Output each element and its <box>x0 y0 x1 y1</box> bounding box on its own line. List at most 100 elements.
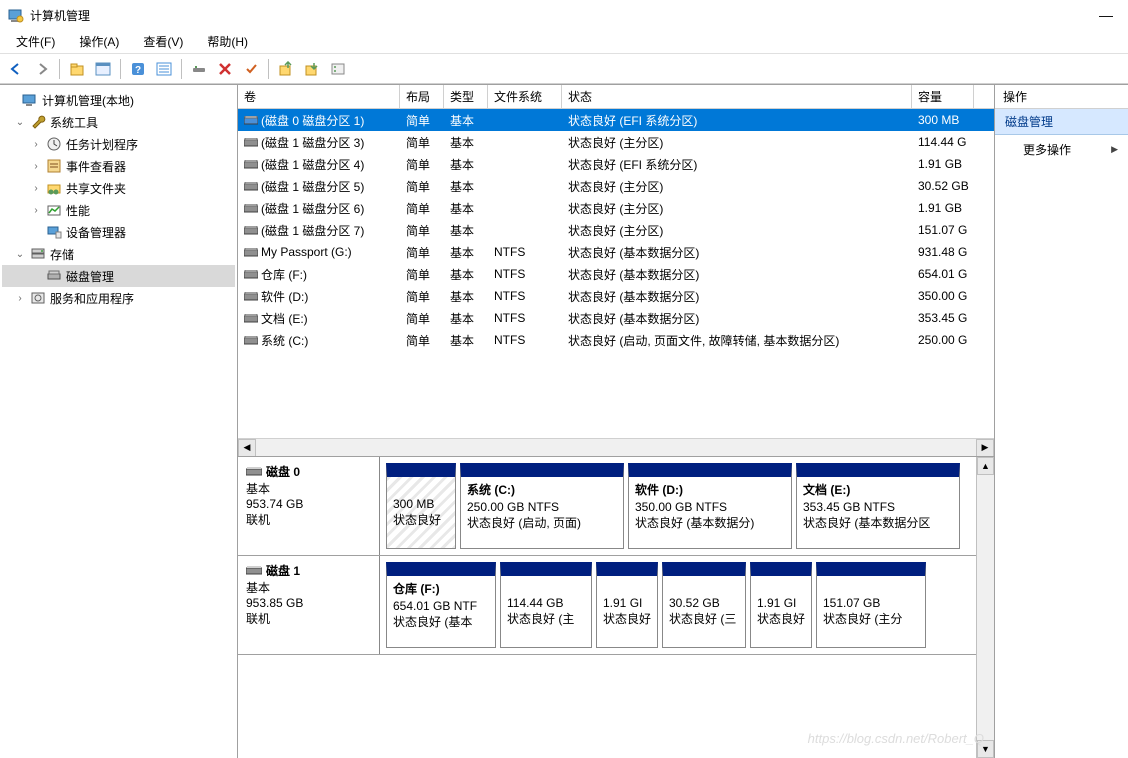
tree-pane: 计算机管理(本地) ⌄系统工具 ›任务计划程序 ›事件查看器 ›共享文件夹 ›性… <box>0 85 238 758</box>
menu-file[interactable]: 文件(F) <box>4 30 67 53</box>
tree-storage[interactable]: ⌄存储 <box>2 243 235 265</box>
volume-icon <box>244 314 258 324</box>
volume-row[interactable]: My Passport (G:)简单基本NTFS状态良好 (基本数据分区)931… <box>238 241 994 263</box>
collapse-icon[interactable]: ⌄ <box>14 117 26 128</box>
clock-icon <box>46 136 62 152</box>
partition[interactable]: 1.91 GI状态良好 <box>750 562 812 648</box>
col-status[interactable]: 状态 <box>562 85 912 108</box>
volume-icon <box>244 248 258 258</box>
tree-services-apps[interactable]: ›服务和应用程序 <box>2 287 235 309</box>
storage-icon <box>30 246 46 262</box>
disk-row: 磁盘 0基本953.74 GB联机 300 MB状态良好系统 (C:)250.0… <box>238 457 994 556</box>
toolbar-separator <box>120 59 121 79</box>
toolbar-separator <box>59 59 60 79</box>
partition[interactable]: 300 MB状态良好 <box>386 463 456 549</box>
scroll-right-icon[interactable]: ▶ <box>976 439 994 457</box>
col-type[interactable]: 类型 <box>444 85 488 108</box>
partition[interactable]: 文档 (E:)353.45 GB NTFS状态良好 (基本数据分区 <box>796 463 960 549</box>
partition[interactable]: 系统 (C:)250.00 GB NTFS状态良好 (启动, 页面) <box>460 463 624 549</box>
help-button[interactable]: ? <box>126 57 150 81</box>
volume-row[interactable]: 文档 (E:)简单基本NTFS状态良好 (基本数据分区)353.45 G <box>238 307 994 329</box>
col-fs[interactable]: 文件系统 <box>488 85 562 108</box>
delete-button[interactable] <box>213 57 237 81</box>
volume-list-header: 卷 布局 类型 文件系统 状态 容量 <box>238 85 994 109</box>
partition[interactable]: 软件 (D:)350.00 GB NTFS状态良好 (基本数据分) <box>628 463 792 549</box>
center-pane: 卷 布局 类型 文件系统 状态 容量 (磁盘 0 磁盘分区 1)简单基本状态良好… <box>238 85 994 758</box>
menubar: 文件(F) 操作(A) 查看(V) 帮助(H) <box>0 30 1128 54</box>
tree-event-viewer[interactable]: ›事件查看器 <box>2 155 235 177</box>
tree-shared-folders[interactable]: ›共享文件夹 <box>2 177 235 199</box>
partition[interactable]: 1.91 GI状态良好 <box>596 562 658 648</box>
disk-icon <box>246 467 262 477</box>
expand-icon[interactable]: › <box>30 205 42 216</box>
watermark: https://blog.csdn.net/Robert_Q <box>808 731 984 746</box>
toolbar-separator <box>268 59 269 79</box>
menu-view[interactable]: 查看(V) <box>131 30 195 53</box>
expand-icon[interactable]: › <box>30 161 42 172</box>
back-button[interactable] <box>4 57 28 81</box>
properties-button[interactable] <box>239 57 263 81</box>
disk-icon <box>46 268 62 284</box>
list-button[interactable] <box>152 57 176 81</box>
scroll-down-icon[interactable]: ▼ <box>977 740 994 758</box>
disk-info[interactable]: 磁盘 1基本953.85 GB联机 <box>238 556 380 654</box>
tree-performance[interactable]: ›性能 <box>2 199 235 221</box>
menu-action[interactable]: 操作(A) <box>67 30 131 53</box>
col-capacity[interactable]: 容量 <box>912 85 974 108</box>
disk-graphical-pane: 磁盘 0基本953.74 GB联机 300 MB状态良好系统 (C:)250.0… <box>238 457 994 758</box>
volume-row[interactable]: (磁盘 0 磁盘分区 1)简单基本状态良好 (EFI 系统分区)300 MB <box>238 109 994 131</box>
disk-info[interactable]: 磁盘 0基本953.74 GB联机 <box>238 457 380 555</box>
services-icon <box>30 290 46 306</box>
volume-row[interactable]: (磁盘 1 磁盘分区 4)简单基本状态良好 (EFI 系统分区)1.91 GB <box>238 153 994 175</box>
volume-row[interactable]: (磁盘 1 磁盘分区 5)简单基本状态良好 (主分区)30.52 GB <box>238 175 994 197</box>
minimize-button[interactable]: — <box>1092 5 1120 25</box>
volume-row[interactable]: (磁盘 1 磁盘分区 3)简单基本状态良好 (主分区)114.44 G <box>238 131 994 153</box>
shared-folder-icon <box>46 180 62 196</box>
scroll-track[interactable] <box>256 439 976 457</box>
computer-icon <box>22 92 38 108</box>
volume-row[interactable]: 仓库 (F:)简单基本NTFS状态良好 (基本数据分区)654.01 G <box>238 263 994 285</box>
scroll-left-icon[interactable]: ◀ <box>238 439 256 457</box>
volume-icon <box>244 270 258 280</box>
refresh-button[interactable] <box>187 57 211 81</box>
chevron-right-icon: ▶ <box>1111 144 1118 155</box>
menu-help[interactable]: 帮助(H) <box>195 30 260 53</box>
actions-group-title[interactable]: 磁盘管理 <box>995 109 1128 135</box>
volume-row[interactable]: 软件 (D:)简单基本NTFS状态良好 (基本数据分区)350.00 G <box>238 285 994 307</box>
performance-icon <box>46 202 62 218</box>
view-button[interactable] <box>91 57 115 81</box>
volume-row[interactable]: 系统 (C:)简单基本NTFS状态良好 (启动, 页面文件, 故障转储, 基本数… <box>238 329 994 351</box>
tree-disk-management[interactable]: 磁盘管理 <box>2 265 235 287</box>
window-title: 计算机管理 <box>30 7 90 24</box>
volume-row[interactable]: (磁盘 1 磁盘分区 7)简单基本状态良好 (主分区)151.07 G <box>238 219 994 241</box>
tree-system-tools[interactable]: ⌄系统工具 <box>2 111 235 133</box>
actions-more[interactable]: 更多操作 ▶ <box>995 135 1128 164</box>
volume-icon <box>244 138 258 148</box>
col-volume[interactable]: 卷 <box>238 85 400 108</box>
scroll-up-icon[interactable]: ▲ <box>977 457 994 475</box>
tree-device-manager[interactable]: 设备管理器 <box>2 221 235 243</box>
expand-icon[interactable]: › <box>30 183 42 194</box>
volume-row[interactable]: (磁盘 1 磁盘分区 6)简单基本状态良好 (主分区)1.91 GB <box>238 197 994 219</box>
horizontal-scrollbar[interactable]: ◀ ▶ <box>238 438 994 456</box>
up-button[interactable] <box>65 57 89 81</box>
toolbar-separator <box>181 59 182 79</box>
expand-icon[interactable]: › <box>14 293 26 304</box>
expand-icon[interactable]: › <box>30 139 42 150</box>
tree-root[interactable]: 计算机管理(本地) <box>2 89 235 111</box>
partition[interactable]: 151.07 GB状态良好 (主分 <box>816 562 926 648</box>
settings-button[interactable] <box>326 57 350 81</box>
action2-button[interactable] <box>300 57 324 81</box>
titlebar: 计算机管理 — <box>0 0 1128 30</box>
col-layout[interactable]: 布局 <box>400 85 444 108</box>
partition[interactable]: 仓库 (F:)654.01 GB NTF状态良好 (基本 <box>386 562 496 648</box>
partition[interactable]: 30.52 GB状态良好 (三 <box>662 562 746 648</box>
forward-button[interactable] <box>30 57 54 81</box>
action1-button[interactable] <box>274 57 298 81</box>
volume-icon <box>244 226 258 236</box>
partition[interactable]: 114.44 GB状态良好 (主 <box>500 562 592 648</box>
volume-icon <box>244 182 258 192</box>
vertical-scrollbar[interactable]: ▲ ▼ <box>976 457 994 758</box>
collapse-icon[interactable]: ⌄ <box>14 249 26 260</box>
tree-task-scheduler[interactable]: ›任务计划程序 <box>2 133 235 155</box>
